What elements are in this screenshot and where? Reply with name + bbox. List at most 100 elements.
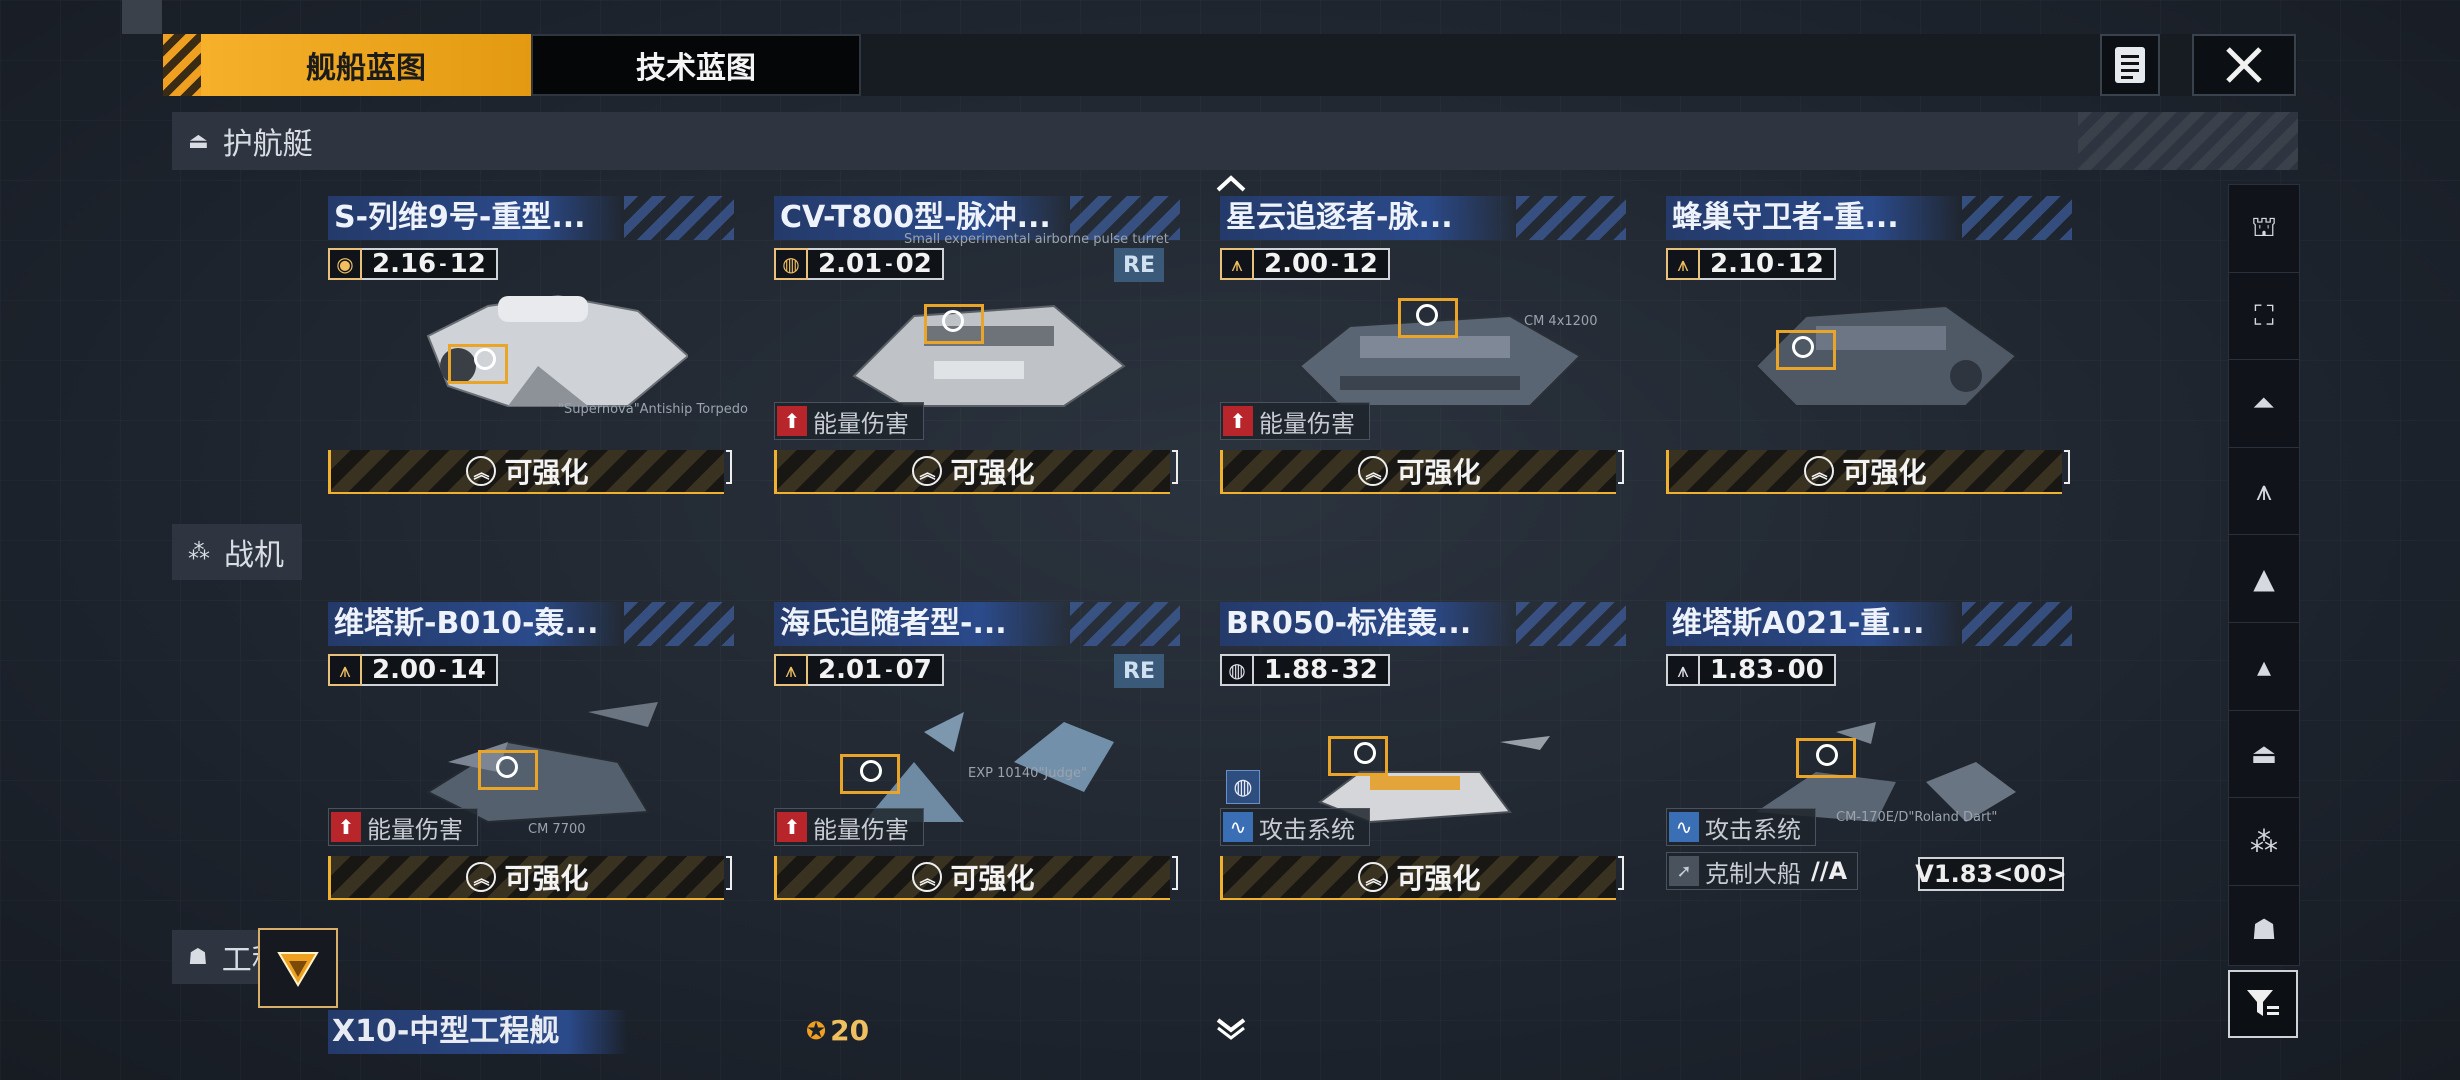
blueprint-tabs: 舰船蓝图 技术蓝图 [163, 34, 861, 96]
fighter-icon: ⩚ [1666, 248, 1700, 280]
target-ring [496, 756, 518, 778]
card-title: 蜂巢守卫者-重... [1666, 196, 2072, 240]
engineering-category-icon: ☗ [2251, 912, 2277, 946]
weapon-annotation: Small experimental airborne pulse turret [904, 232, 1169, 247]
blueprint-card[interactable]: 海氏追随者型-... ⩚ 2.01-07 RE EXP 10140"Judge" … [774, 602, 1180, 910]
section-hatch [2078, 112, 2298, 170]
category-escort[interactable]: ⏏ [2229, 711, 2299, 799]
weapon-annotation: EXP 10140"Judge" [968, 766, 1087, 781]
card-title: 星云追逐者-脉... [1220, 196, 1626, 240]
target-ring [1354, 742, 1376, 764]
engineering-card[interactable]: X10-中型工程舰 [328, 1010, 628, 1054]
engineering-badge[interactable] [258, 928, 338, 1008]
category-capital-ship[interactable]: ⛫ [2229, 185, 2299, 273]
attack-system-tag: ∿ 攻击系统 [1666, 808, 1816, 846]
enhance-button[interactable]: ︽ 可强化 [774, 450, 1178, 494]
upgrade-icon: ︽ [912, 862, 943, 892]
upgrade-icon: ︽ [1358, 456, 1389, 486]
weapon-annotation: "Supernova"Antiship Torpedo [558, 402, 749, 417]
frigate-icon: ⩚ [2256, 474, 2272, 508]
scroll-up-arrow[interactable] [1214, 172, 1248, 196]
chevron-up-icon [1216, 175, 1246, 192]
blueprint-card[interactable]: 维塔斯-B010-轰... ⩚ 2.00-14 CM 7700 ⬆ 能量伤害 ︽ 可强… [328, 602, 734, 910]
energy-damage-icon: ⬆ [777, 406, 807, 436]
scroll-down-arrow[interactable] [1214, 1016, 1248, 1040]
blueprint-card[interactable]: 蜂巢守卫者-重... ⩚ 2.10-12 ︽ 可强化 [1666, 196, 2072, 504]
attack-system-icon: ∿ [1669, 812, 1699, 842]
target-ring [474, 348, 496, 370]
counter-tag-label: 克制大船 [1705, 859, 1801, 888]
enhance-button[interactable]: ︽ 可强化 [774, 856, 1178, 900]
upgrade-icon: ︽ [1804, 456, 1835, 486]
enhance-button[interactable]: ︽ 可强化 [328, 450, 732, 494]
fighter-category-icon: ⁂ [2250, 824, 2278, 858]
cruiser-icon: ⛶ [2254, 298, 2274, 332]
weapon-annotation: CM 4x1200 [1524, 314, 1598, 329]
upgrade-icon: ︽ [912, 456, 943, 486]
globe-icon: ◍ [1220, 654, 1254, 686]
energy-damage-icon: ⬆ [331, 812, 361, 842]
category-frigate[interactable]: ⩚ [2229, 448, 2299, 536]
fighter-icon: ⩚ [1220, 248, 1254, 280]
torpedo-icon: ◉ [328, 248, 362, 280]
upgrade-icon: ︽ [1358, 862, 1389, 892]
attack-system-tag: ∿ 攻击系统 [1220, 808, 1370, 846]
fighter-icon: ⩚ [1666, 654, 1700, 686]
fighter-icon: ⩚ [328, 654, 362, 686]
category-fighter[interactable]: ⁂ [2229, 798, 2299, 886]
section-escort: ⏏ 护航艇 [172, 112, 2298, 170]
globe-icon: ◍ [774, 248, 808, 280]
tab-ship-blueprint[interactable]: 舰船蓝图 [201, 34, 531, 96]
fighter-icon: ⩚ [774, 654, 808, 686]
category-corvette[interactable]: ▲ [2229, 535, 2299, 623]
close-icon [2226, 47, 2262, 83]
damage-tag: ⬆ 能量伤害 [1220, 402, 1370, 440]
category-cruiser[interactable]: ⛶ [2229, 273, 2299, 361]
enhance-button[interactable]: ︽ 可强化 [1220, 856, 1624, 900]
enhance-button[interactable]: ︽ 可强化 [1666, 450, 2070, 494]
globe-marker: ◍ [1226, 770, 1260, 804]
blueprint-card[interactable]: CV-T800型-脉冲... ◍ 2.01-02 RE Small experim… [774, 196, 1180, 504]
section-fighter-label: 战机 [224, 538, 284, 573]
blueprint-card[interactable]: BR050-标准轰... ◍ 1.88-32 ◍ ∿ 攻击系统 ︽ 可强化 [1220, 602, 1626, 910]
blueprint-card[interactable]: 星云追逐者-脉... ⩚ 2.00-12 CM 4x1200 ⬆ 能量伤害 ︽ 可强化 [1220, 196, 1626, 504]
card-title: BR050-标准轰... [1220, 602, 1626, 646]
chevron-down-icon [1216, 1018, 1246, 1040]
section-escort-label: 护航艇 [222, 127, 313, 162]
close-button[interactable] [2192, 34, 2296, 96]
damage-tag: ⬆ 能量伤害 [328, 808, 478, 846]
card-title: S-列维9号-重型... [328, 196, 734, 240]
tab-tech-blueprint[interactable]: 技术蓝图 [531, 34, 861, 96]
card-title: 维塔斯A021-重... [1666, 602, 2072, 646]
category-fighter-type[interactable]: ▴ [2229, 623, 2299, 711]
damage-tag: ⬆ 能量伤害 [774, 402, 924, 440]
resource-counter: ✪ 20 [806, 1014, 869, 1047]
card-title: 海氏追随者型-... [774, 602, 1180, 646]
corvette-icon: ▲ [2253, 562, 2275, 596]
section-fighter: ⁂ 战机 [172, 524, 302, 580]
target-ring [860, 760, 882, 782]
target-ring [1416, 304, 1438, 326]
category-engineering[interactable]: ☗ [2229, 886, 2299, 973]
filter-button[interactable] [2228, 970, 2298, 1038]
card-title: 维塔斯-B010-轰... [328, 602, 734, 646]
tab-stripe-decoration [163, 34, 201, 96]
damage-tag: ⬆ 能量伤害 [774, 808, 924, 846]
category-destroyer[interactable]: ⏶ [2229, 360, 2299, 448]
energy-damage-icon: ⬆ [777, 812, 807, 842]
enhance-button[interactable]: ︽ 可强化 [328, 856, 732, 900]
card-title: X10-中型工程舰 [332, 1014, 560, 1049]
blueprint-card[interactable]: S-列维9号-重型... ◉ 2.16-12 "Supernova"Antishi… [328, 196, 748, 504]
notes-button[interactable] [2100, 34, 2160, 96]
version-label: V1.83<00> [1915, 857, 2067, 891]
counter-rank: //A [1811, 857, 1848, 885]
upgrade-icon: ︽ [466, 862, 497, 892]
corner-mark [122, 0, 162, 34]
category-sidebar: ⛫ ⛶ ⏶ ⩚ ▲ ▴ ⏏ ⁂ ☗ [2228, 184, 2300, 966]
enhance-button[interactable]: ︽ 可强化 [1220, 450, 1624, 494]
counter-tag: ➚ 克制大船 //A [1666, 852, 1859, 890]
document-icon [2115, 47, 2145, 83]
resource-icon: ✪ [806, 1016, 827, 1045]
counter-big-ship-icon: ➚ [1669, 856, 1699, 886]
weapon-annotation: CM-170E/D"Roland Dart" [1836, 810, 1998, 825]
